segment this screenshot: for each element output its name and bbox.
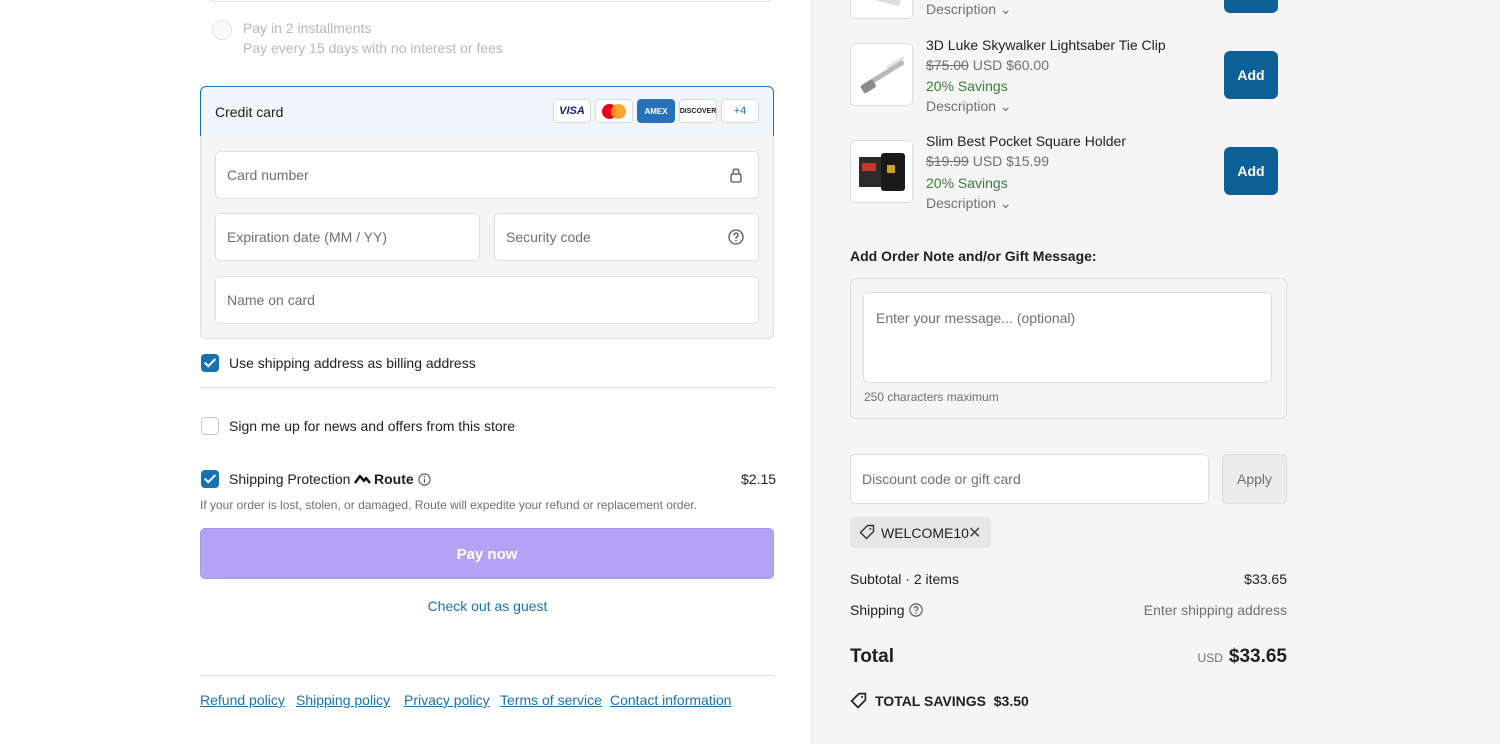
total-amount: $33.65 xyxy=(1228,646,1287,667)
footer-divider xyxy=(200,675,774,676)
applied-discount-tag: WELCOME10 ✕ xyxy=(850,517,991,548)
product-name: 3D Luke Skywalker Lightsaber Tie Clip xyxy=(926,37,1166,53)
product-price: $19.99 USD $15.99 xyxy=(926,153,1049,169)
installments-title: Pay in 2 installments xyxy=(243,20,372,36)
amex-icon: AMEX xyxy=(637,99,675,123)
help-circle-icon[interactable] xyxy=(728,229,744,245)
route-brand: Route xyxy=(374,471,414,487)
checkout-main: Pay in 2 installments Pay every 15 days … xyxy=(0,0,811,744)
card-number-field[interactable]: Card number xyxy=(215,151,759,199)
expiration-placeholder: Expiration date (MM / YY) xyxy=(227,229,388,245)
card-brands: VISA AMEX DISCOVER +4 xyxy=(553,99,759,123)
privacy-policy-link[interactable]: Privacy policy xyxy=(404,692,490,708)
product-description-toggle[interactable]: Description ⌄ xyxy=(926,98,1012,115)
product-thumbnail-tie-clip xyxy=(850,43,913,106)
subtotal-label: Subtotal · 2 items xyxy=(850,571,959,587)
total-savings: TOTAL SAVINGS $3.50 xyxy=(875,693,1029,709)
expiration-date-field[interactable]: Expiration date (MM / YY) xyxy=(215,213,480,261)
info-icon[interactable] xyxy=(418,473,431,486)
newsletter-label: Sign me up for news and offers from this… xyxy=(229,418,516,434)
order-note-placeholder: Enter your message... (optional) xyxy=(876,310,1076,326)
security-code-field[interactable]: Security code xyxy=(494,213,759,261)
terms-of-service-link[interactable]: Terms of service xyxy=(500,692,602,708)
discount-code: WELCOME10 xyxy=(881,525,969,541)
credit-card-label: Credit card xyxy=(215,104,284,120)
discount-placeholder: Discount code or gift card xyxy=(862,471,1021,487)
total-label: Total xyxy=(850,646,894,667)
discover-icon: DISCOVER xyxy=(679,99,717,123)
mastercard-icon xyxy=(595,99,633,123)
shipping-protection-checkbox[interactable] xyxy=(201,470,219,488)
installments-radio[interactable] xyxy=(212,20,232,40)
total-value: USD $33.65 xyxy=(1198,646,1287,668)
total-savings-label: TOTAL SAVINGS xyxy=(875,693,986,709)
billing-address-label: Use shipping address as billing address xyxy=(229,355,476,371)
add-pocket-square-button[interactable]: Add xyxy=(1224,147,1278,195)
tag-icon xyxy=(859,524,875,540)
product-description-toggle[interactable]: Description ⌄ xyxy=(926,1,1012,18)
payment-option-top-edge xyxy=(208,0,773,2)
remove-discount-icon[interactable]: ✕ xyxy=(968,523,981,543)
installments-subtitle: Pay every 15 days with no interest or fe… xyxy=(243,40,503,56)
order-note-textarea[interactable]: Enter your message... (optional) xyxy=(863,292,1272,383)
product-savings: 20% Savings xyxy=(926,175,1008,191)
apply-discount-button[interactable]: Apply xyxy=(1222,454,1287,504)
savings-tag-icon xyxy=(850,692,867,709)
product-description-toggle[interactable]: Description ⌄ xyxy=(926,195,1012,212)
help-circle-icon[interactable] xyxy=(909,603,923,617)
product-price: $75.00 USD $60.00 xyxy=(926,57,1049,73)
refund-policy-link[interactable]: Refund policy xyxy=(200,692,285,708)
discount-code-input[interactable]: Discount code or gift card xyxy=(850,454,1209,504)
add-button[interactable] xyxy=(1224,0,1278,13)
shipping-label: Shipping xyxy=(850,602,905,618)
total-savings-value: $3.50 xyxy=(993,693,1029,709)
shipping-policy-link[interactable]: Shipping policy xyxy=(296,692,390,708)
name-on-card-placeholder: Name on card xyxy=(227,292,315,308)
subtotal-value: $33.65 xyxy=(1244,571,1287,587)
route-logo-icon xyxy=(354,474,371,484)
shipping-value: Enter shipping address xyxy=(1143,602,1287,618)
shipping-protection-note: If your order is lost, stolen, or damage… xyxy=(200,498,697,512)
shipping-protection-label: Shipping Protection xyxy=(229,471,351,487)
pay-now-button[interactable]: Pay now xyxy=(200,528,774,579)
product-thumbnail-pocket-square xyxy=(850,140,913,203)
order-note-title: Add Order Note and/or Gift Message: xyxy=(850,248,1097,264)
newsletter-checkbox[interactable] xyxy=(201,417,219,435)
order-note-limit: 250 characters maximum xyxy=(864,390,999,404)
contact-information-link[interactable]: Contact information xyxy=(610,692,731,708)
product-name: Slim Best Pocket Square Holder xyxy=(926,133,1126,149)
divider xyxy=(200,387,774,388)
security-code-placeholder: Security code xyxy=(506,229,591,245)
visa-icon: VISA xyxy=(553,99,591,123)
billing-address-checkbox[interactable] xyxy=(201,354,219,372)
lock-icon xyxy=(730,168,742,183)
more-brands-badge[interactable]: +4 xyxy=(721,99,759,123)
credit-card-option[interactable]: Credit card VISA AMEX DISCOVER +4 xyxy=(200,86,774,137)
add-tie-clip-button[interactable]: Add xyxy=(1224,51,1278,99)
shipping-protection-price: $2.15 xyxy=(741,471,777,487)
product-savings: 20% Savings xyxy=(926,78,1008,94)
total-currency: USD xyxy=(1197,651,1223,665)
product-thumbnail xyxy=(850,0,913,19)
card-number-placeholder: Card number xyxy=(227,167,309,183)
name-on-card-field[interactable]: Name on card xyxy=(215,276,759,324)
